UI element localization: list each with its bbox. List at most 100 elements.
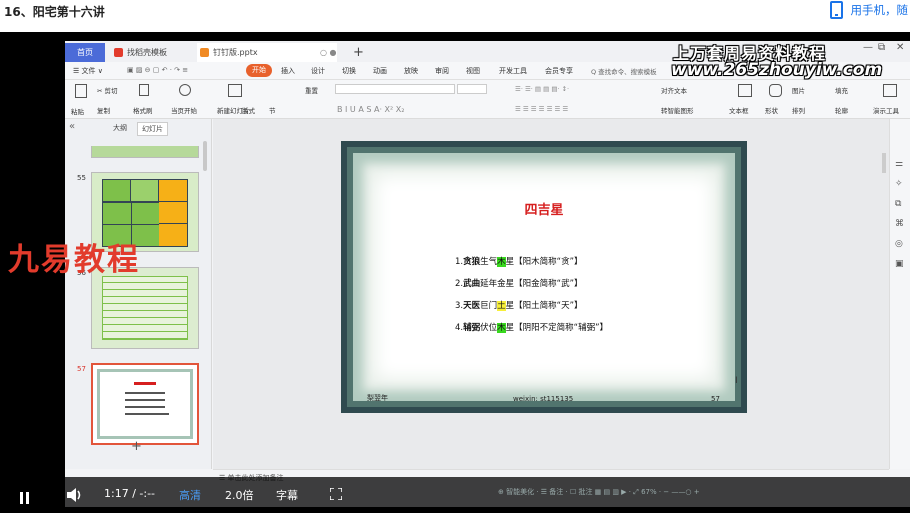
menu-member[interactable]: 会员专享 — [545, 66, 573, 76]
tab-outline[interactable]: 大纲 — [109, 122, 131, 134]
subtitle-button[interactable]: 字幕 — [276, 487, 298, 503]
canvas-scrollbar[interactable] — [882, 153, 886, 173]
menu-start[interactable]: 开始 — [246, 64, 272, 77]
convert-smartart-button[interactable]: 转智能图形 — [661, 105, 694, 115]
line-4-star: 辅弼 — [463, 323, 481, 333]
text-cursor-icon: I — [735, 376, 738, 386]
paragraph-align-buttons[interactable]: ☰ ☰ ☰ ☰ ☰ ☰ ☰ — [515, 105, 568, 113]
tab-close-icon[interactable]: ○ ● — [320, 43, 337, 62]
video-player[interactable]: 首页 找稻壳模板 钉钉版.pptx ○ ● + 上万套周易资料教程 — ⧉ ✕ … — [0, 32, 910, 513]
new-tab-button[interactable]: + — [353, 43, 364, 62]
menu-view[interactable]: 视图 — [466, 66, 480, 76]
settings-sliders-icon[interactable]: ⚌ — [895, 159, 903, 169]
fullscreen-icon[interactable] — [330, 488, 342, 500]
line-2-number: 2. — [455, 279, 464, 289]
paste-icon[interactable] — [75, 84, 87, 98]
page-header: 16、阳宅第十六讲 用手机，随 — [0, 0, 910, 32]
collapse-panel-icon[interactable]: « — [69, 121, 75, 132]
maximize-button[interactable]: ⧉ — [878, 42, 885, 53]
outline-button[interactable]: 轮廓 — [835, 105, 848, 115]
cut-button[interactable]: ✂ 剪切 — [97, 85, 118, 95]
font-name-select[interactable] — [335, 84, 455, 94]
ribbon-toolbar: 粘贴 ✂ 剪切 复制 格式刷 当页开始 新建幻灯片 版式 节 重置 B I U … — [65, 80, 910, 119]
presentation-tools-button[interactable]: 演示工具 — [873, 105, 899, 115]
tab-pptx[interactable]: 钉钉版.pptx — [197, 43, 337, 62]
slide-page-number: 57 — [711, 395, 720, 403]
quality-button[interactable]: 高清 — [179, 487, 201, 503]
thumb-55-cell — [103, 180, 131, 202]
copy-button[interactable]: 复制 — [97, 105, 110, 115]
layout-button[interactable]: 版式 — [242, 105, 255, 115]
play-from-current-icon[interactable] — [179, 84, 191, 96]
thumb-57-frame — [97, 369, 193, 439]
menu-animation[interactable]: 动画 — [373, 66, 387, 76]
fill-button[interactable]: 填充 — [835, 85, 848, 95]
menu-devtools[interactable]: 开发工具 — [499, 66, 527, 76]
text-box-button[interactable]: 文本框 — [729, 105, 749, 115]
shape-button[interactable]: 形状 — [765, 105, 778, 115]
slide-thumb-54-partial[interactable] — [91, 146, 199, 158]
volume-icon[interactable] — [66, 487, 84, 503]
tab-template[interactable]: 找稻壳模板 — [111, 43, 195, 62]
thumb-55-cell — [159, 202, 187, 224]
quick-access-icons[interactable]: ▣ ▨ ⊖ ▢ ↶ · ↷ ≡ — [127, 66, 188, 74]
copy-icon[interactable]: ⧉ — [895, 199, 901, 209]
player-controls: 1:17 / -:-- 高清 2.0倍 字幕 ⊕ 智能美化 · ☰ 备注 · ☐… — [0, 477, 910, 513]
tab-bar: 首页 找稻壳模板 钉钉版.pptx ○ ● + 上万套周易资料教程 — ⧉ ✕ — [65, 41, 910, 63]
thumbnail-scrollbar[interactable] — [203, 141, 207, 171]
tab-slides[interactable]: 幻灯片 — [137, 122, 168, 136]
command-search[interactable]: Q 查找命令、搜索模板 — [591, 66, 657, 76]
from-current-button[interactable]: 当页开始 — [171, 105, 197, 115]
reset-button[interactable]: 重置 — [305, 85, 318, 95]
slide-footer-left: 梨翌年 — [367, 394, 388, 402]
paragraph-list-buttons[interactable]: ☰· ☰· ▤ ▤ ▤· ↕· — [515, 85, 569, 93]
align-text-button[interactable]: 对齐文本 — [661, 85, 687, 95]
line-3-number: 3. — [455, 301, 464, 311]
line-3-name: 巨门 — [480, 301, 498, 311]
line-4-number: 4. — [455, 323, 464, 333]
shape-icon[interactable] — [769, 84, 782, 97]
picture-button[interactable]: 图片 — [792, 85, 805, 95]
arrange-button[interactable]: 排列 — [792, 105, 805, 115]
line-4-name: 伏位 — [480, 323, 498, 333]
new-slide-icon[interactable] — [228, 84, 242, 97]
pause-button[interactable] — [20, 489, 32, 508]
speed-button[interactable]: 2.0倍 — [225, 487, 254, 503]
slide-title: 四吉星 — [524, 203, 564, 218]
right-sidebar: ⚌ ✧ ⧉ ⌘ ◎ ▣ — [882, 119, 910, 469]
tab-home[interactable]: 首页 — [65, 43, 105, 62]
tab-template-label: 找稻壳模板 — [127, 48, 167, 57]
line-2-name: 延年 — [480, 279, 498, 289]
text-box-icon[interactable] — [738, 84, 752, 97]
format-painter-icon[interactable] — [139, 84, 149, 96]
animation-icon[interactable]: ✧ — [895, 179, 903, 189]
menu-insert[interactable]: 插入 — [281, 66, 295, 76]
minimize-button[interactable]: — — [863, 42, 873, 53]
menu-file[interactable]: ☰ 文件 ∨ — [73, 66, 103, 76]
line-2-element: 金 — [497, 279, 506, 289]
mobile-view-link[interactable]: 用手机，随 — [829, 1, 908, 19]
close-window-button[interactable]: ✕ — [896, 42, 904, 53]
format-painter-button[interactable]: 格式刷 — [133, 105, 153, 115]
thumb-57-title — [134, 382, 156, 385]
slide-footer-center: weixin: st115135 — [513, 395, 574, 403]
paste-button[interactable]: 粘贴 — [71, 106, 84, 116]
menu-slideshow[interactable]: 放映 — [404, 66, 418, 76]
font-style-buttons[interactable]: B I U A S A· X² X₂ — [337, 105, 404, 114]
smart-icon[interactable]: ⌘ — [895, 219, 904, 229]
line-1-note: 星【阳木简称“贪”】 — [505, 257, 583, 267]
screen: 16、阳宅第十六讲 用手机，随 首页 找稻壳模板 钉钉版.pptx ○ ● + … — [0, 0, 910, 513]
slide-thumb-56[interactable] — [91, 267, 199, 349]
font-size-select[interactable] — [457, 84, 487, 94]
location-icon[interactable]: ◎ — [895, 239, 903, 249]
add-slide-button[interactable]: + — [131, 439, 142, 454]
presentation-tools-icon[interactable] — [883, 84, 897, 97]
menu-transition[interactable]: 切换 — [342, 66, 356, 76]
thumb-57-line — [125, 413, 169, 415]
media-icon[interactable]: ▣ — [895, 259, 904, 269]
menu-design[interactable]: 设计 — [311, 66, 325, 76]
slide-thumb-57[interactable] — [91, 363, 199, 445]
section-button[interactable]: 节 — [269, 105, 276, 115]
menu-review[interactable]: 审阅 — [435, 66, 449, 76]
current-slide[interactable]: 四吉星 1.贪狼生气木星【阳木简称“贪”】 2.武曲延年金星【阳金简称“武”】 … — [341, 141, 747, 413]
